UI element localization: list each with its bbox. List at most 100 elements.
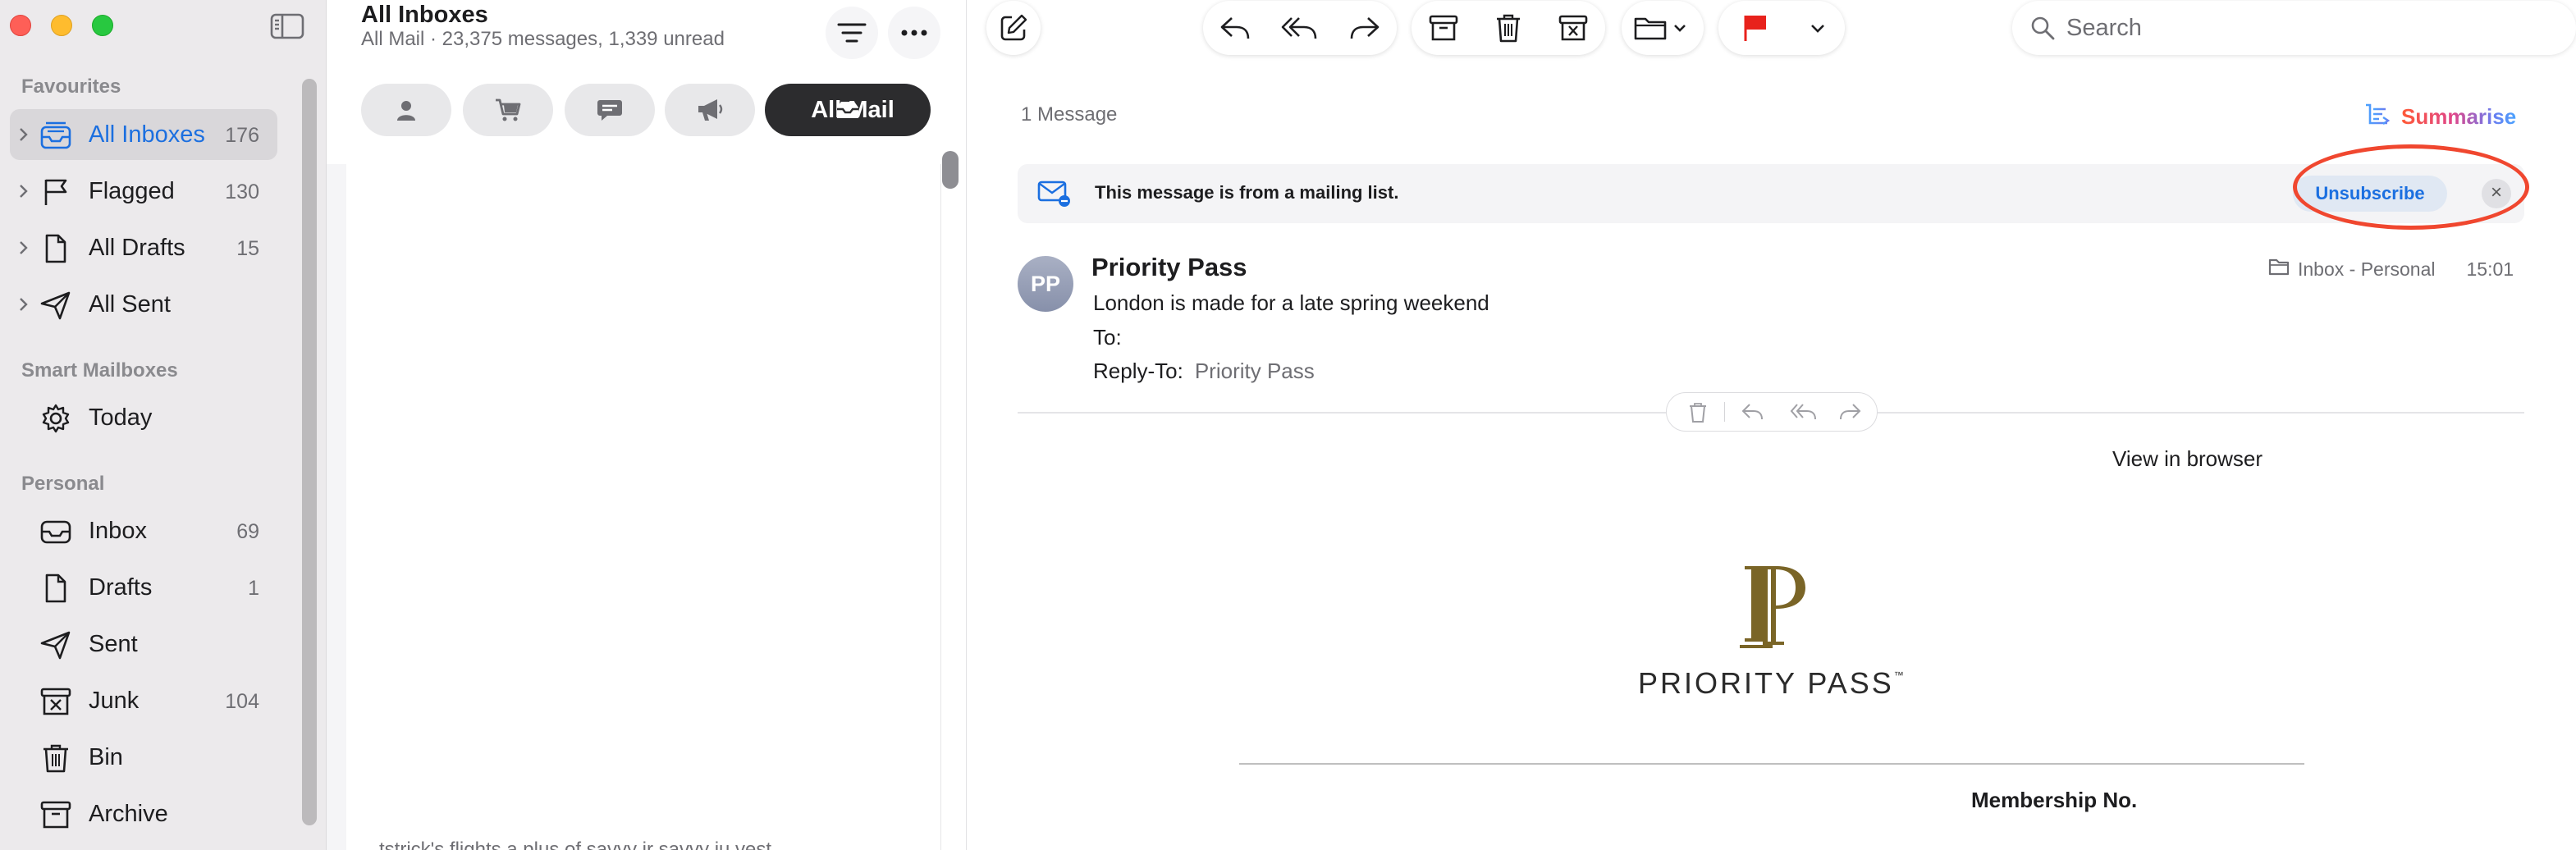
archive-icon [1429, 15, 1458, 41]
unread-count: 15 [236, 237, 259, 260]
delete-button[interactable] [1476, 1, 1541, 55]
flag-button[interactable] [1718, 1, 1791, 55]
trash-icon[interactable] [1688, 402, 1708, 427]
avatar: PP [1018, 256, 1073, 312]
sidebar-item-archive[interactable]: Archive [10, 788, 277, 839]
window-close-button[interactable] [10, 15, 31, 36]
window-minimize-button[interactable] [51, 15, 72, 36]
filter-transactions-button[interactable] [463, 84, 553, 136]
sidebar-item-today[interactable]: Today [10, 392, 277, 443]
summarise-label: Summarise [2401, 104, 2517, 129]
sidebar-item-flagged[interactable]: Flagged 130 [10, 166, 277, 217]
junk-icon [1558, 15, 1588, 41]
sidebar-item-bin[interactable]: Bin [10, 732, 277, 783]
sidebar-item-label: Flagged [89, 178, 175, 204]
filter-options-button[interactable] [826, 7, 878, 59]
unread-count: 104 [225, 690, 259, 713]
message-count: 1 Message [1021, 103, 1118, 126]
disclosure-chevron-icon[interactable] [16, 126, 31, 144]
section-smart-mailboxes: Smart Mailboxes [21, 359, 178, 382]
summarise-icon [2363, 102, 2391, 132]
disclosure-chevron-icon[interactable] [16, 182, 31, 200]
mailing-list-notice: This message is from a mailing list. [1095, 182, 1399, 203]
view-in-browser-link[interactable]: View in browser [2112, 446, 2263, 472]
reply-all-button[interactable] [1267, 1, 1333, 55]
list-divider [940, 164, 941, 850]
membership-number-label: Membership No. [1971, 788, 2138, 812]
search-field[interactable]: Search [2012, 1, 2576, 55]
message-viewer: 1 Message Summarise This message is from… [968, 74, 2576, 850]
message-meta: Inbox - Personal 15:01 [2268, 258, 2514, 281]
sidebar-item-label: Inbox [89, 518, 147, 544]
junk-button[interactable] [1541, 1, 1605, 55]
separator [1724, 402, 1725, 422]
folder-icon [2268, 258, 2290, 281]
unread-count: 69 [236, 520, 259, 543]
received-time: 15:01 [2466, 258, 2514, 280]
trash-icon [1497, 14, 1520, 43]
unread-count: 1 [248, 577, 259, 600]
flag-menu-button[interactable] [1791, 1, 1845, 55]
sidebar-item-drafts[interactable]: Drafts 1 [10, 562, 277, 613]
archive-button[interactable] [1412, 1, 1476, 55]
disclosure-chevron-icon[interactable] [16, 239, 31, 257]
sidebar: Favourites All Inboxes 176 Flagged 130 A… [0, 0, 327, 850]
sidebar-item-label: Junk [89, 688, 140, 714]
content-divider [1239, 763, 2304, 765]
section-favourites: Favourites [21, 75, 121, 98]
archive-box-icon [39, 800, 72, 829]
disclosure-chevron-icon[interactable] [16, 295, 31, 313]
reply-all-icon[interactable] [1790, 402, 1818, 426]
more-options-button[interactable] [888, 7, 940, 59]
inbox-tray-icon [39, 517, 72, 546]
sidebar-item-all-sent[interactable]: All Sent [10, 279, 277, 330]
compose-icon [986, 1, 1041, 55]
sidebar-item-label: All Sent [89, 291, 171, 318]
message-preview-snippet: …tstrick's flights a plus of savvy jr sa… [359, 839, 772, 850]
filter-updates-button[interactable] [565, 84, 655, 136]
document-icon [39, 234, 72, 263]
reply-button[interactable] [1203, 1, 1267, 55]
window-zoom-button[interactable] [92, 15, 113, 36]
mailbox-name[interactable]: Inbox - Personal [2298, 258, 2435, 281]
reply-to-address[interactable]: Priority Pass [1195, 359, 1315, 383]
paper-plane-icon [39, 630, 72, 660]
sidebar-toggle-icon[interactable] [269, 12, 305, 40]
filter-all-mail-button[interactable]: All Mail [765, 84, 931, 136]
move-to-folder-icon [1622, 1, 1704, 55]
sidebar-item-label: Drafts [89, 574, 153, 601]
sidebar-item-inbox[interactable]: Inbox 69 [10, 505, 277, 556]
filter-primary-button[interactable] [361, 84, 451, 136]
sidebar-item-label: All Drafts [89, 235, 185, 261]
filter-promotions-button[interactable] [665, 84, 755, 136]
reply-to-row: Reply-To: Priority Pass [1093, 359, 1315, 384]
forward-icon[interactable] [1837, 402, 1862, 426]
section-personal: Personal [21, 473, 105, 495]
sidebar-item-sent[interactable]: Sent [10, 619, 277, 669]
forward-button[interactable] [1333, 1, 1397, 55]
move-to-folder-button[interactable] [1622, 1, 1704, 55]
reply-to-label: Reply-To: [1093, 359, 1183, 383]
mailbox-title: All Inboxes [361, 2, 488, 28]
reply-icon[interactable] [1741, 402, 1765, 426]
sidebar-item-all-inboxes[interactable]: All Inboxes 176 [10, 109, 277, 160]
sender-name[interactable]: Priority Pass [1091, 253, 1247, 282]
trademark-symbol: ™ [1893, 669, 1904, 681]
forward-icon [1350, 17, 1380, 39]
toolbar: Search [968, 0, 2576, 74]
message-list-scrollbar[interactable] [942, 151, 959, 189]
paper-plane-icon [39, 290, 72, 320]
search-placeholder: Search [2066, 15, 2142, 41]
summarise-button[interactable]: Summarise [2363, 102, 2516, 132]
sidebar-scrollbar[interactable] [302, 79, 317, 825]
compose-button[interactable] [986, 1, 1041, 55]
sidebar-item-junk[interactable]: Junk 104 [10, 675, 277, 726]
inline-message-actions [1666, 392, 1878, 432]
inbox-stack-icon [39, 121, 72, 150]
mailbox-actions-group [1412, 1, 1605, 55]
sidebar-item-all-drafts[interactable]: All Drafts 15 [10, 222, 277, 273]
mail-badge-icon [1037, 179, 1072, 212]
brand-wordmark: PRIORITY PASS™ [1638, 666, 1904, 701]
sidebar-item-label: Bin [89, 744, 123, 770]
sidebar-item-label: Today [89, 404, 153, 431]
